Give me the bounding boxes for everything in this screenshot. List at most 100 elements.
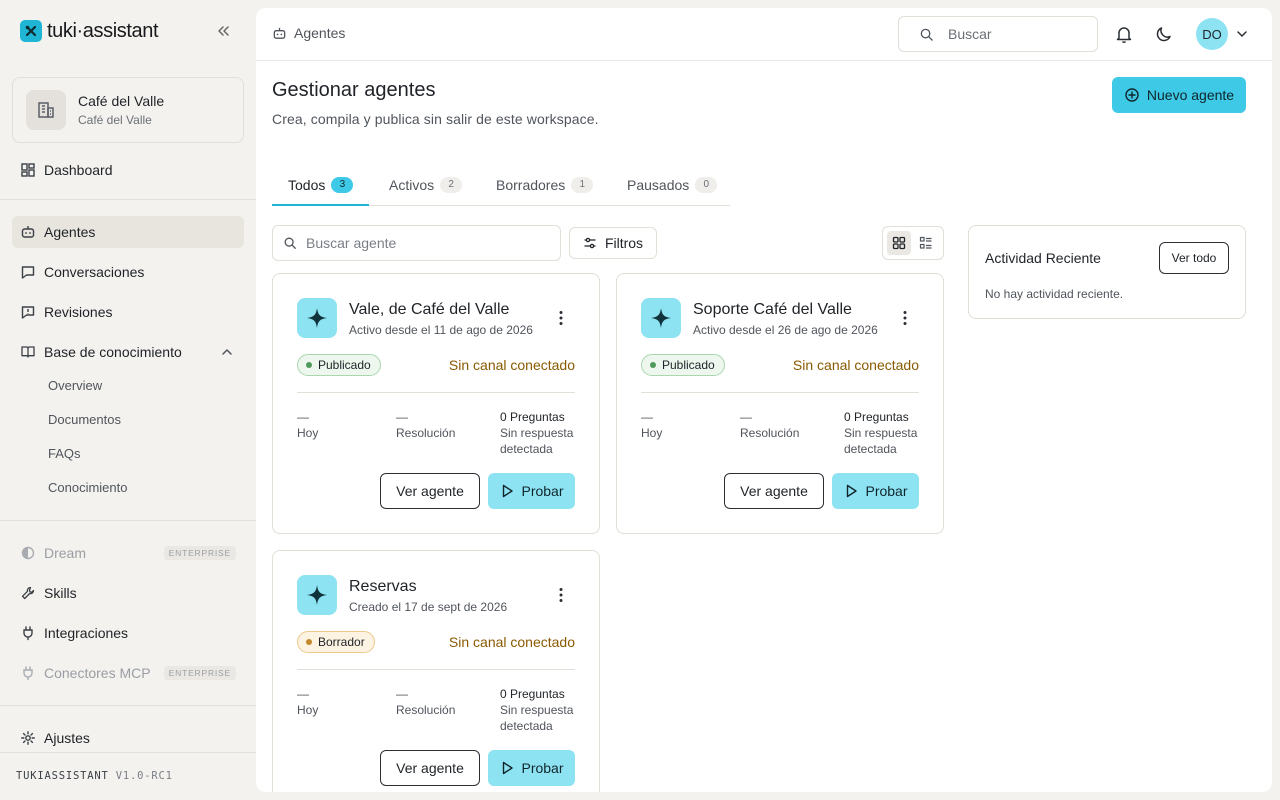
sidebar-divider xyxy=(0,520,256,521)
wrench-icon xyxy=(20,585,36,601)
sidebar-item-agentes[interactable]: Agentes xyxy=(12,216,244,248)
logo-mark-icon xyxy=(20,20,42,42)
metric-label: Sin respuesta xyxy=(500,426,574,440)
tab-activos[interactable]: Activos 2 xyxy=(389,163,463,206)
sidebar-item-label: Integraciones xyxy=(44,625,129,641)
new-agent-button[interactable]: Nuevo agente xyxy=(1112,77,1246,113)
search-icon xyxy=(283,236,297,250)
sidebar-item-label: Base de conocimiento xyxy=(44,344,182,360)
metric-value: — xyxy=(297,687,309,701)
sidebar-subitem-documentos[interactable]: Documentos xyxy=(48,412,121,427)
sidebar-item-label: Ajustes xyxy=(44,730,90,746)
breadcrumb-label: Agentes xyxy=(294,25,346,41)
tab-label: Borradores xyxy=(496,176,566,193)
sidebar-item-skills[interactable]: Skills xyxy=(12,577,244,609)
topbar: Agentes Buscar DO xyxy=(256,8,1272,61)
active-tab-indicator xyxy=(272,204,369,206)
sidebar-item-conversaciones[interactable]: Conversaciones xyxy=(12,256,244,288)
more-options-icon[interactable] xyxy=(551,587,571,603)
filters-label: Filtros xyxy=(604,235,644,251)
sidebar-item-revisiones[interactable]: Revisiones xyxy=(12,296,244,328)
list-view-icon[interactable] xyxy=(914,231,938,255)
agent-date: Activo desde el 26 de ago de 2026 xyxy=(693,323,878,337)
sidebar-subitem-overview[interactable]: Overview xyxy=(48,378,102,393)
try-agent-button[interactable]: Probar xyxy=(832,473,919,509)
plug-icon xyxy=(20,625,36,641)
chevron-up-icon[interactable] xyxy=(220,345,234,359)
view-agent-button[interactable]: Ver agente xyxy=(724,473,824,509)
more-options-icon[interactable] xyxy=(895,310,915,326)
metric-questions: 0 Preguntas Sin respuesta detectada xyxy=(844,409,917,457)
view-toggle xyxy=(882,226,944,260)
collapse-sidebar-icon[interactable] xyxy=(214,22,232,40)
sidebar-item-label: Revisiones xyxy=(44,304,113,320)
status-tabs: Todos 3 Activos 2 Borradores 1 Pausados 0 xyxy=(272,163,730,206)
status-label: Publicado xyxy=(318,358,371,372)
metric-label: detectada xyxy=(844,442,897,456)
recent-activity-panel: Actividad Reciente Ver todo No hay activ… xyxy=(968,225,1246,319)
filters-button[interactable]: Filtros xyxy=(569,227,657,259)
status-badge: Publicado xyxy=(641,354,725,376)
activity-empty-state: No hay actividad reciente. xyxy=(985,287,1124,301)
metric-value: — xyxy=(641,410,653,424)
metric-label: Hoy xyxy=(297,426,319,440)
sidebar-divider xyxy=(0,199,256,200)
metric-value: 0 Preguntas xyxy=(500,687,565,701)
sparkle-icon xyxy=(297,575,337,615)
try-agent-button[interactable]: Probar xyxy=(488,473,575,509)
version-name: TUKIASSISTANT xyxy=(16,770,109,782)
metric-questions: 0 Preguntas Sin respuesta detectada xyxy=(500,686,573,734)
search-icon xyxy=(919,27,934,42)
review-icon xyxy=(20,304,36,320)
sidebar-item-integraciones[interactable]: Integraciones xyxy=(12,617,244,649)
play-icon xyxy=(499,483,515,499)
tab-pausados[interactable]: Pausados 0 xyxy=(627,163,718,206)
tab-borradores[interactable]: Borradores 1 xyxy=(496,163,594,206)
try-label: Probar xyxy=(521,760,564,776)
brand-logo[interactable]: tuki·assistant xyxy=(20,19,240,43)
agent-card[interactable]: Vale, de Café del Valle Activo desde el … xyxy=(272,273,600,534)
status-dot xyxy=(306,639,312,645)
bot-icon xyxy=(272,26,287,41)
tab-label: Activos xyxy=(389,176,435,193)
agent-card[interactable]: Soporte Café del Valle Activo desde el 2… xyxy=(616,273,944,534)
sidebar-subitem-faqs[interactable]: FAQs xyxy=(48,446,81,461)
version-number: V1.0-RC1 xyxy=(115,770,173,782)
chat-icon xyxy=(20,264,36,280)
view-all-button[interactable]: Ver todo xyxy=(1159,242,1229,274)
agent-search-input[interactable]: Buscar agente xyxy=(272,225,561,261)
sidebar-item-dashboard[interactable]: Dashboard xyxy=(12,154,244,186)
gear-icon xyxy=(20,730,36,746)
workspace-name: Café del Valle xyxy=(78,93,165,109)
view-agent-button[interactable]: Ver agente xyxy=(380,750,480,786)
avatar[interactable]: DO xyxy=(1196,18,1228,50)
workspace-switcher[interactable]: Café del Valle Café del Valle xyxy=(12,77,244,143)
grid-view-icon[interactable] xyxy=(887,231,911,255)
sidebar-item-ajustes[interactable]: Ajustes xyxy=(12,722,244,754)
bell-icon[interactable] xyxy=(1114,24,1134,44)
agent-card[interactable]: Reservas Creado el 17 de sept de 2026 Bo… xyxy=(272,550,600,792)
metric-value: — xyxy=(740,410,752,424)
more-options-icon[interactable] xyxy=(551,310,571,326)
metric-value: 0 Preguntas xyxy=(500,410,565,424)
enterprise-badge: ENTERPRISE xyxy=(163,666,236,680)
sidebar-item-label: Skills xyxy=(44,585,77,601)
agent-title: Reservas xyxy=(349,578,417,595)
moon-icon[interactable] xyxy=(1154,24,1174,44)
chevron-down-icon[interactable] xyxy=(1235,27,1249,41)
tab-count: 2 xyxy=(440,176,463,193)
tab-todos[interactable]: Todos 3 xyxy=(288,163,354,206)
sidebar-item-base-conocimiento[interactable]: Base de conocimiento xyxy=(12,336,244,368)
view-agent-button[interactable]: Ver agente xyxy=(380,473,480,509)
try-agent-button[interactable]: Probar xyxy=(488,750,575,786)
global-search-input[interactable]: Buscar xyxy=(898,16,1098,52)
dashboard-icon xyxy=(20,162,36,178)
metric-today: — Hoy xyxy=(297,409,318,441)
agent-title: Soporte Café del Valle xyxy=(693,301,852,318)
sidebar-subitem-conocimiento[interactable]: Conocimiento xyxy=(48,480,128,495)
metric-resolution: — Resolución xyxy=(396,409,455,441)
sidebar-item-label: Agentes xyxy=(44,224,96,240)
new-agent-label: Nuevo agente xyxy=(1146,87,1235,103)
tab-count: 1 xyxy=(571,176,594,193)
enterprise-badge: ENTERPRISE xyxy=(163,546,236,560)
